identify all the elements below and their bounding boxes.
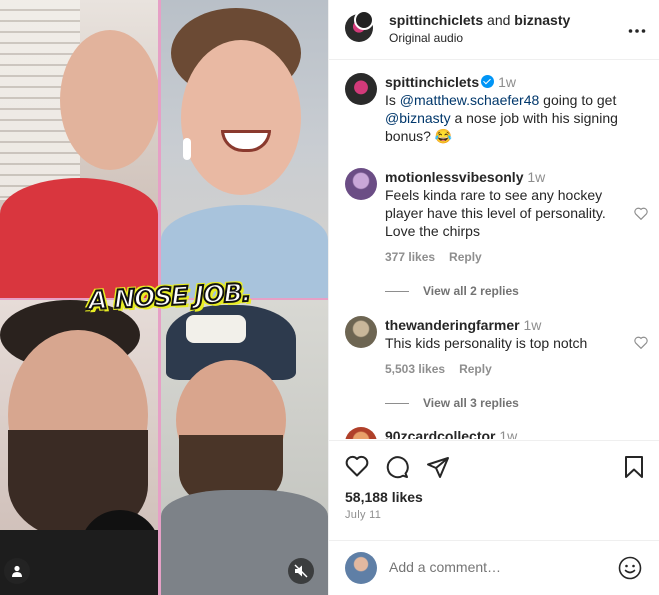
video-tile-top-right xyxy=(161,0,328,298)
muted-speaker-icon xyxy=(294,564,308,578)
video-tile-bottom-right xyxy=(161,300,328,595)
share-button[interactable] xyxy=(426,455,450,484)
like-button[interactable] xyxy=(345,455,369,482)
replies-line xyxy=(385,290,409,292)
emoji-smile-icon xyxy=(618,556,642,580)
comment-reply-button[interactable]: Reply xyxy=(459,362,492,376)
post-caption: spittinchiclets 1w Is @matthew.schaefer48… xyxy=(385,73,645,145)
caption-text-mid: going to get xyxy=(539,92,617,108)
avatar-spittinchiclets[interactable] xyxy=(345,73,377,105)
comment-username[interactable]: thewanderingfarmer xyxy=(385,317,520,333)
comment-likes[interactable]: 5,503 likes xyxy=(385,362,445,376)
mention-biznasty[interactable]: @biznasty xyxy=(385,110,451,126)
bookmark-icon xyxy=(625,456,643,478)
comment-item: motionlessvibesonly 1w Feels kinda rare … xyxy=(385,168,625,298)
comment-username[interactable]: motionlessvibesonly xyxy=(385,169,523,185)
face xyxy=(60,30,158,170)
avatar-motionlessvibesonly[interactable] xyxy=(345,168,377,200)
current-user-avatar xyxy=(345,552,377,584)
post-actions: 58,188 likes July 11 xyxy=(329,440,659,540)
comment-time[interactable]: 1w xyxy=(527,169,545,185)
comment-reply-button[interactable]: Reply xyxy=(449,250,482,264)
person-icon xyxy=(12,565,22,577)
face xyxy=(181,40,301,195)
comments-list[interactable]: spittinchiclets 1w Is @matthew.schaefer48… xyxy=(329,61,659,439)
view-replies-label: View all 2 replies xyxy=(423,284,519,298)
header-user2[interactable]: biznasty xyxy=(514,12,570,28)
tagged-people-button[interactable] xyxy=(4,558,30,584)
save-button[interactable] xyxy=(624,455,644,484)
original-audio-link[interactable]: Original audio xyxy=(389,31,463,45)
earbud xyxy=(183,138,191,160)
post-header: spittinchiclets and biznasty Original au… xyxy=(329,0,659,60)
reel-video[interactable]: A NOSE JOB. xyxy=(0,0,328,595)
post-date[interactable]: July 11 xyxy=(345,509,381,521)
comment-text: Feels kinda rare to see any hockey playe… xyxy=(385,187,606,239)
comment-bubble-icon xyxy=(386,456,409,479)
video-tile-top-left xyxy=(0,0,158,298)
header-usernames: spittinchiclets and biznasty xyxy=(389,12,570,28)
like-comment-button[interactable] xyxy=(634,207,648,225)
caption-time[interactable]: 1w xyxy=(498,74,516,90)
more-options-button[interactable] xyxy=(628,18,646,39)
comment-text: This kids personality is top notch xyxy=(385,335,588,351)
comment-time[interactable]: 1w xyxy=(499,428,517,439)
video-tile-bottom-left xyxy=(0,300,158,595)
header-user1[interactable]: spittinchiclets xyxy=(389,12,483,28)
cap-logo xyxy=(186,315,246,343)
paper-plane-icon xyxy=(427,457,449,478)
avatar-90zcardcollector[interactable] xyxy=(345,427,377,439)
comment-item: thewanderingfarmer 1w This kids personal… xyxy=(385,316,625,410)
mention-matthew[interactable]: @matthew.schaefer48 xyxy=(400,92,540,108)
caption-text-prefix: Is xyxy=(385,92,400,108)
comment-button[interactable] xyxy=(385,455,409,484)
likes-count[interactable]: 58,188 likes xyxy=(345,489,423,505)
heart-outline-icon xyxy=(634,207,648,221)
post-panel: spittinchiclets and biznasty Original au… xyxy=(328,0,659,595)
caption-text: Is @matthew.schaefer48 going to get @biz… xyxy=(385,91,645,145)
comment-likes[interactable]: 377 likes xyxy=(385,250,435,264)
view-replies-button[interactable]: View all 2 replies xyxy=(385,284,625,298)
caption-username[interactable]: spittinchiclets xyxy=(385,74,479,90)
red-shirt xyxy=(0,178,158,298)
add-comment-input[interactable] xyxy=(389,559,609,575)
avatar-thewanderingfarmer[interactable] xyxy=(345,316,377,348)
header-joiner: and xyxy=(487,12,511,28)
heart-outline-icon xyxy=(345,455,369,477)
replies-line xyxy=(385,402,409,404)
avatar-biznasty[interactable] xyxy=(354,10,374,30)
mute-button[interactable] xyxy=(288,558,314,584)
more-horizontal-icon xyxy=(628,29,646,33)
add-comment-bar xyxy=(329,540,659,595)
comment-username[interactable]: 90zcardcollector xyxy=(385,428,496,439)
like-comment-button[interactable] xyxy=(634,336,648,354)
heart-outline-icon xyxy=(634,336,648,350)
view-replies-label: View all 3 replies xyxy=(423,396,519,410)
comment-time[interactable]: 1w xyxy=(523,317,541,333)
verified-badge-icon xyxy=(481,75,495,88)
view-replies-button[interactable]: View all 3 replies xyxy=(385,396,625,410)
comment-item: 90zcardcollector 1w xyxy=(385,427,625,439)
emoji-button[interactable] xyxy=(618,556,642,585)
